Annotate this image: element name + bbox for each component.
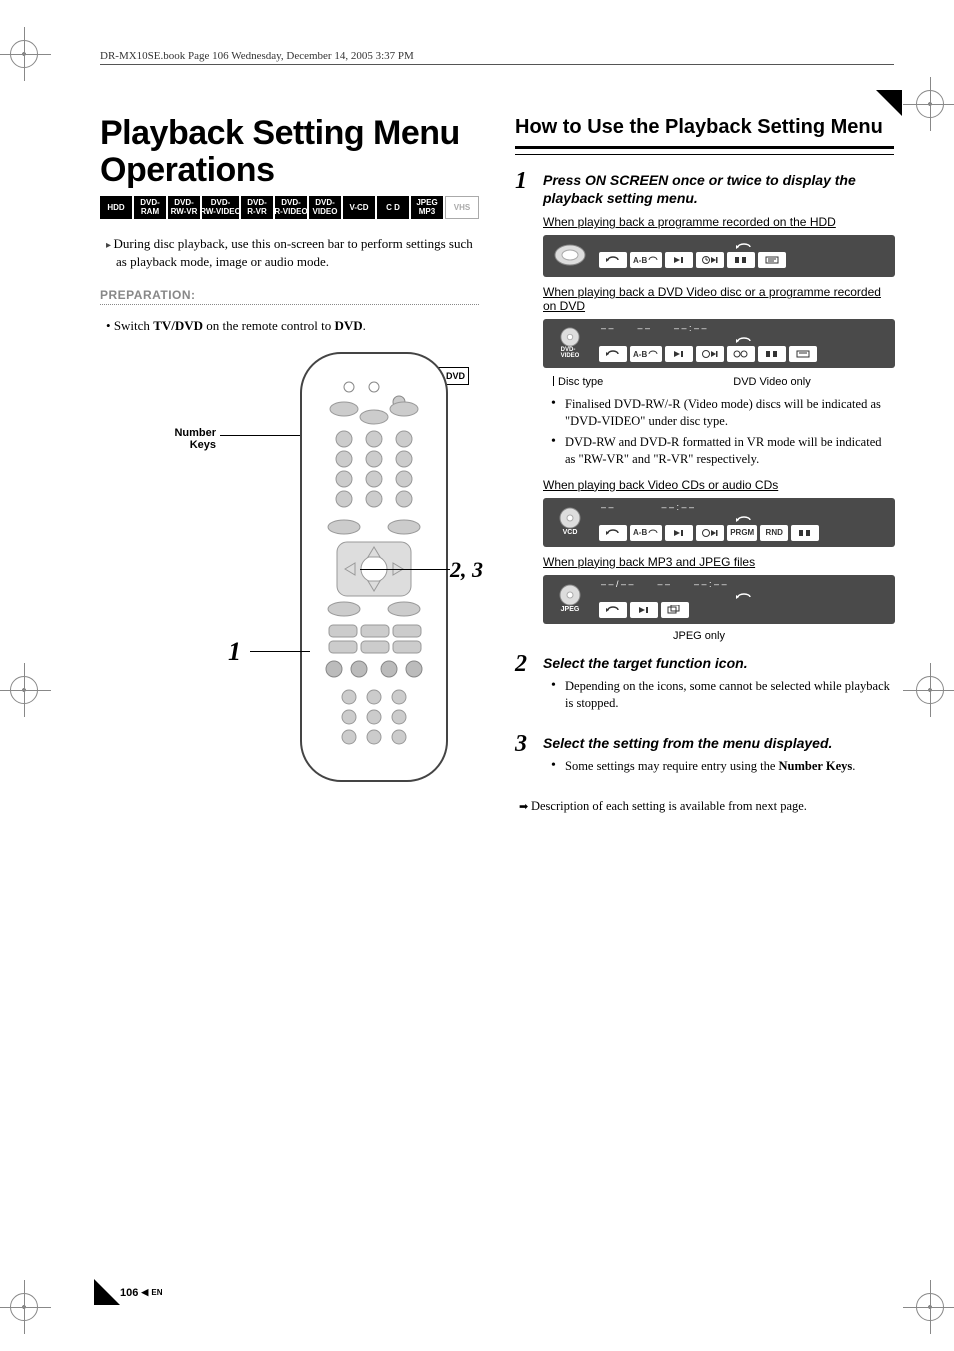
badge-dvd-rw-video: DVD- RW-VIDEO: [202, 196, 239, 219]
badge-hdd: HDD: [100, 196, 132, 219]
rnd-chip: RND: [760, 525, 788, 541]
continuation-note: Description of each setting is available…: [519, 799, 894, 814]
crop-mark: [916, 1293, 944, 1321]
section-heading: How to Use the Playback Setting Menu: [515, 115, 894, 140]
annotation-step-2-3: 2, 3: [450, 557, 483, 583]
disc-icon: [553, 507, 587, 529]
step-2-notes: Depending on the icons, some cannot be s…: [543, 678, 894, 712]
ab-repeat-chip: A-B: [630, 346, 662, 362]
badge-dvd-video: DVD- VIDEO: [309, 196, 341, 219]
ab-repeat-chip: A-B: [630, 252, 662, 268]
slideshow-chip: [661, 602, 689, 618]
badge-vhs-disabled: VHS: [445, 196, 479, 219]
step-number-1: 1: [515, 169, 533, 642]
badge-vcd: V-CD: [343, 196, 375, 219]
step-3-notes: Some settings may require entry using th…: [543, 758, 894, 775]
media-badge-row: HDD DVD- RAM DVD- RW-VR DVD- RW-VIDEO DV…: [100, 196, 479, 219]
dotted-divider: [100, 304, 479, 305]
loop-icon: [735, 242, 753, 252]
time-skip-chip: [696, 346, 724, 362]
page-title: Playback Setting Menu Operations: [100, 115, 479, 188]
angle-chip: [727, 346, 755, 362]
crop-mark: [10, 676, 38, 704]
section-rule: [515, 146, 894, 155]
time-skip-chip: [696, 525, 724, 541]
osd-bar-hdd: A-B: [543, 235, 895, 277]
repeat-chip: [599, 252, 627, 268]
osd-bar-dvd: DVD- VIDEO – – – – – – : – –: [543, 319, 895, 368]
step-2-title: Select the target function icon.: [543, 654, 894, 672]
loop-icon: [735, 515, 753, 525]
leader-line: [250, 651, 310, 652]
print-header: DR-MX10SE.book Page 106 Wednesday, Decem…: [100, 50, 894, 65]
step-number-3: 3: [515, 732, 533, 785]
audio-chip: [727, 252, 755, 268]
crop-mark: [10, 1293, 38, 1321]
dvd-notes: Finalised DVD-RW/-R (Video mode) discs w…: [543, 396, 895, 468]
badge-dvd-r-vr: DVD- R-VR: [241, 196, 273, 219]
skip-chip: [665, 525, 693, 541]
crop-mark: [10, 40, 38, 68]
hdd-icon: [551, 242, 589, 268]
time-skip-chip: [696, 252, 724, 268]
intro-text: During disc playback, use this on-screen…: [116, 235, 479, 270]
subtitle-chip: [789, 346, 817, 362]
audio-chip: [791, 525, 819, 541]
subheading-cd: When playing back Video CDs or audio CDs: [543, 478, 895, 492]
crop-mark: [916, 676, 944, 704]
annotation-step-1: 1: [228, 637, 241, 667]
subheading-dvd: When playing back a DVD Video disc or a …: [543, 285, 895, 313]
badge-dvd-r-video: DVD- R-VIDEO: [275, 196, 307, 219]
remote-control-illustration: [289, 347, 459, 787]
leader-line: [360, 569, 450, 570]
repeat-chip: [599, 602, 627, 618]
prgm-chip: PRGM: [727, 525, 757, 541]
annotation-number-keys: Number Keys: [160, 427, 216, 451]
skip-chip: [665, 252, 693, 268]
preparation-text: Switch TV/DVD on the remote control to D…: [106, 318, 479, 334]
repeat-chip: [599, 346, 627, 362]
skip-chip: [630, 602, 658, 618]
disc-icon: [553, 327, 587, 347]
badge-jpeg-mp3: JPEG MP3: [411, 196, 443, 219]
leader-line: [220, 435, 300, 436]
preparation-label: PREPARATION:: [100, 288, 479, 302]
disc-icon: [553, 584, 587, 606]
step-3-title: Select the setting from the menu display…: [543, 734, 894, 752]
loop-icon: [735, 336, 753, 346]
jpeg-only-caption: JPEG only: [673, 630, 895, 642]
osd-dvd-captions: Disc type DVD Video only: [553, 376, 895, 388]
osd-bar-jpeg: JPEG – – / – – – – – – : – –: [543, 575, 895, 624]
osd-bar-cd: VCD – – – – : – –: [543, 498, 895, 547]
ab-repeat-chip: A-B: [630, 525, 662, 541]
step-1-title: Press ON SCREEN once or twice to display…: [543, 171, 895, 207]
badge-dvd-ram: DVD- RAM: [134, 196, 166, 219]
badge-cd: C D: [377, 196, 409, 219]
page-corner-cut: [94, 1279, 120, 1305]
badge-dvd-rw-vr: DVD- RW-VR: [168, 196, 200, 219]
crop-mark: [916, 90, 944, 118]
page-corner-cut: [876, 90, 902, 116]
audio-chip: [758, 346, 786, 362]
loop-icon: [735, 592, 753, 602]
step-number-2: 2: [515, 652, 533, 722]
subheading-mp3-jpeg: When playing back MP3 and JPEG files: [543, 555, 895, 569]
skip-chip: [665, 346, 693, 362]
page-footer: 106 ◀ EN: [120, 1287, 163, 1299]
repeat-chip: [599, 525, 627, 541]
subtitle-chip: [758, 252, 786, 268]
subheading-hdd: When playing back a programme recorded o…: [543, 215, 895, 229]
